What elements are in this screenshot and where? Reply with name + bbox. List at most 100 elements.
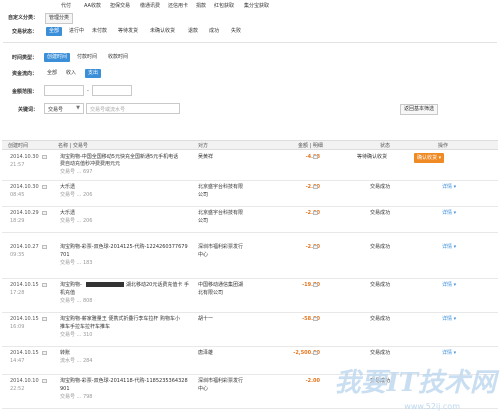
row-counterparty-line2: 北有限公司 — [198, 290, 224, 296]
table-row: 2014.10.15 16:09 淘宝购物-薪家雅量王 便携式折叠行李车拉杆 购… — [2, 313, 498, 347]
table-row: 2014.10.29 18:29 大乐透 交易号 ... 206 北京盛宇台科技… — [2, 207, 498, 233]
status-unpaid[interactable]: 未付款 — [89, 27, 110, 36]
detail-icon[interactable] — [313, 211, 318, 215]
confirm-receipt-button[interactable]: 确认收货 ▾ — [414, 153, 445, 163]
status-refund[interactable]: 退款 — [185, 27, 201, 36]
row-select-checkbox[interactable] — [42, 351, 47, 355]
row-select-checkbox[interactable] — [42, 155, 47, 159]
detail-icon[interactable] — [313, 283, 318, 287]
row-detail-link[interactable]: 详情 ▾ — [442, 243, 456, 251]
amount-range-label: 金额范围： — [12, 89, 38, 95]
row-time: 09:35 — [10, 252, 25, 258]
detail-icon[interactable] — [313, 245, 318, 249]
tab-aa[interactable]: AA收款 — [84, 2, 101, 9]
row-name-line2: 901 — [60, 386, 70, 392]
row-name-line2: 推车手拉车拉杆车推车 — [60, 324, 111, 330]
row-trade-no: 交易号 ... 310 — [60, 332, 93, 338]
row-name-cont: 湖北移动20元话费充值卡 手 — [126, 282, 189, 288]
row-trade-no: 流水号 ... 284 — [60, 358, 93, 364]
row-date: 2014.10.15 — [10, 282, 39, 288]
tab-donate[interactable]: 捐款 — [196, 2, 206, 9]
row-detail-label: 详情 — [442, 244, 453, 250]
row-name[interactable]: 大乐透 — [60, 183, 75, 191]
detail-icon[interactable] — [313, 185, 318, 189]
row-name-line2: 费自动充值秒冲费费用元元 — [60, 161, 121, 167]
row-detail-link[interactable]: 详情 ▾ — [442, 315, 456, 323]
row-name[interactable]: 淘宝购物-薪家雅量王 便携式折叠行李车拉杆 购物车小 — [60, 315, 180, 323]
time-received[interactable]: 收款时间 — [105, 53, 131, 62]
status-success[interactable]: 成功 — [206, 27, 222, 36]
status-failed[interactable]: 失败 — [228, 27, 244, 36]
row-status: 交易成功 — [370, 244, 391, 250]
detail-icon[interactable] — [313, 351, 318, 355]
row-time: 08:45 — [10, 192, 25, 198]
keyword-input[interactable]: 交易号或流水号 — [86, 103, 180, 114]
row-date: 2014.10.10 — [10, 378, 39, 384]
row-counterparty: 北京盛宇台科技有限 — [198, 184, 244, 190]
custom-category-label: 自定义分类： — [8, 15, 39, 21]
amount-max-input[interactable] — [92, 85, 132, 96]
flow-expense[interactable]: 支出 — [85, 69, 102, 78]
col-amount-detail: 金额 | 明细 — [298, 143, 323, 149]
row-counterparty-line2: 公司 — [198, 192, 209, 198]
row-date: 2014.10.30 — [10, 184, 39, 190]
row-counterparty-line2: 中心 — [198, 386, 209, 392]
tab-redpacket[interactable]: 红包获取 — [214, 2, 234, 9]
status-filter-label: 交易状态： — [12, 29, 38, 35]
back-to-basic-filter-button[interactable]: 返回基本筛选 — [400, 104, 439, 115]
row-detail-link[interactable]: 详情 ▾ — [442, 349, 456, 357]
row-counterparty: 深圳市福利彩票发行 — [198, 244, 244, 250]
row-counterparty: 吴黄祥 — [198, 154, 214, 160]
redacted-text — [86, 282, 124, 287]
row-time: 16:09 — [10, 324, 25, 330]
row-detail-link[interactable]: 详情 ▾ — [442, 209, 456, 217]
row-date: 2014.10.27 — [10, 244, 39, 250]
row-name-line2: 701 — [60, 252, 70, 258]
tab-credit[interactable]: 还信用卡 — [168, 2, 188, 9]
row-name[interactable]: 转账 — [60, 349, 70, 357]
status-all[interactable]: 全部 — [46, 27, 63, 36]
row-select-checkbox[interactable] — [42, 317, 47, 321]
row-name[interactable]: 淘宝购物- — [60, 281, 82, 289]
tab-daifu[interactable]: 代付 — [61, 2, 71, 9]
row-counterparty: 深圳市福利彩票发行 — [198, 378, 244, 384]
row-status: 交易成功 — [370, 350, 391, 356]
row-trade-no: 交易号 ... 808 — [60, 298, 93, 304]
status-unconfirmed[interactable]: 未确认收货 — [147, 27, 178, 36]
status-in-progress[interactable]: 进行中 — [66, 27, 87, 36]
detail-icon[interactable] — [313, 317, 318, 321]
row-name[interactable]: 大乐透 — [60, 209, 75, 217]
row-name[interactable]: 淘宝购物-彩票-双色球-2014125-代购-1224260377679 — [60, 243, 188, 251]
row-detail-link[interactable]: 详情 ▾ — [442, 281, 456, 289]
row-date: 2014.10.15 — [10, 350, 39, 356]
row-select-checkbox[interactable] — [42, 211, 47, 215]
keyword-type-select[interactable]: 交易号 ▼ — [44, 103, 84, 114]
flow-all[interactable]: 全部 — [44, 69, 60, 78]
tab-guarantee[interactable]: 担保交易 — [110, 2, 130, 9]
row-date: 2014.10.30 — [10, 154, 39, 160]
tab-telecom[interactable]: 缴通讯费 — [140, 2, 160, 9]
manage-category-button[interactable]: 管理分类 — [45, 13, 74, 24]
row-select-checkbox[interactable] — [42, 245, 47, 249]
row-counterparty-line2: 中心 — [198, 252, 209, 258]
row-select-checkbox[interactable] — [42, 379, 47, 383]
table-row: 2014.10.30 08:45 大乐透 交易号 ... 206 北京盛宇台科技… — [2, 181, 498, 207]
keyword-label: 关键词： — [18, 107, 39, 113]
time-created[interactable]: 创建时间 — [44, 53, 71, 62]
row-counterparty: 唐泽雄 — [198, 350, 214, 356]
row-detail-link[interactable]: 详情 ▾ — [442, 183, 456, 191]
detail-icon[interactable] — [313, 155, 318, 159]
time-paid[interactable]: 付款时间 — [74, 53, 100, 62]
status-wait-ship[interactable]: 等待发货 — [115, 27, 141, 36]
row-name[interactable]: 淘宝购物-彩票-双色球-2014118-代购-1185235364328 — [60, 377, 188, 385]
flow-income[interactable]: 收入 — [63, 69, 79, 78]
row-select-checkbox[interactable] — [42, 283, 47, 287]
row-trade-no: 交易号 ... 206 — [60, 192, 93, 198]
amount-range-separator: - — [87, 88, 89, 94]
table-row: 2014.10.27 09:35 淘宝购物-彩票-双色球-2014125-代购-… — [2, 241, 498, 279]
row-time: 22:52 — [10, 386, 25, 392]
tab-points[interactable]: 集分宝获取 — [244, 2, 269, 9]
divider — [3, 42, 497, 43]
row-select-checkbox[interactable] — [42, 185, 47, 189]
amount-min-input[interactable] — [44, 85, 84, 96]
